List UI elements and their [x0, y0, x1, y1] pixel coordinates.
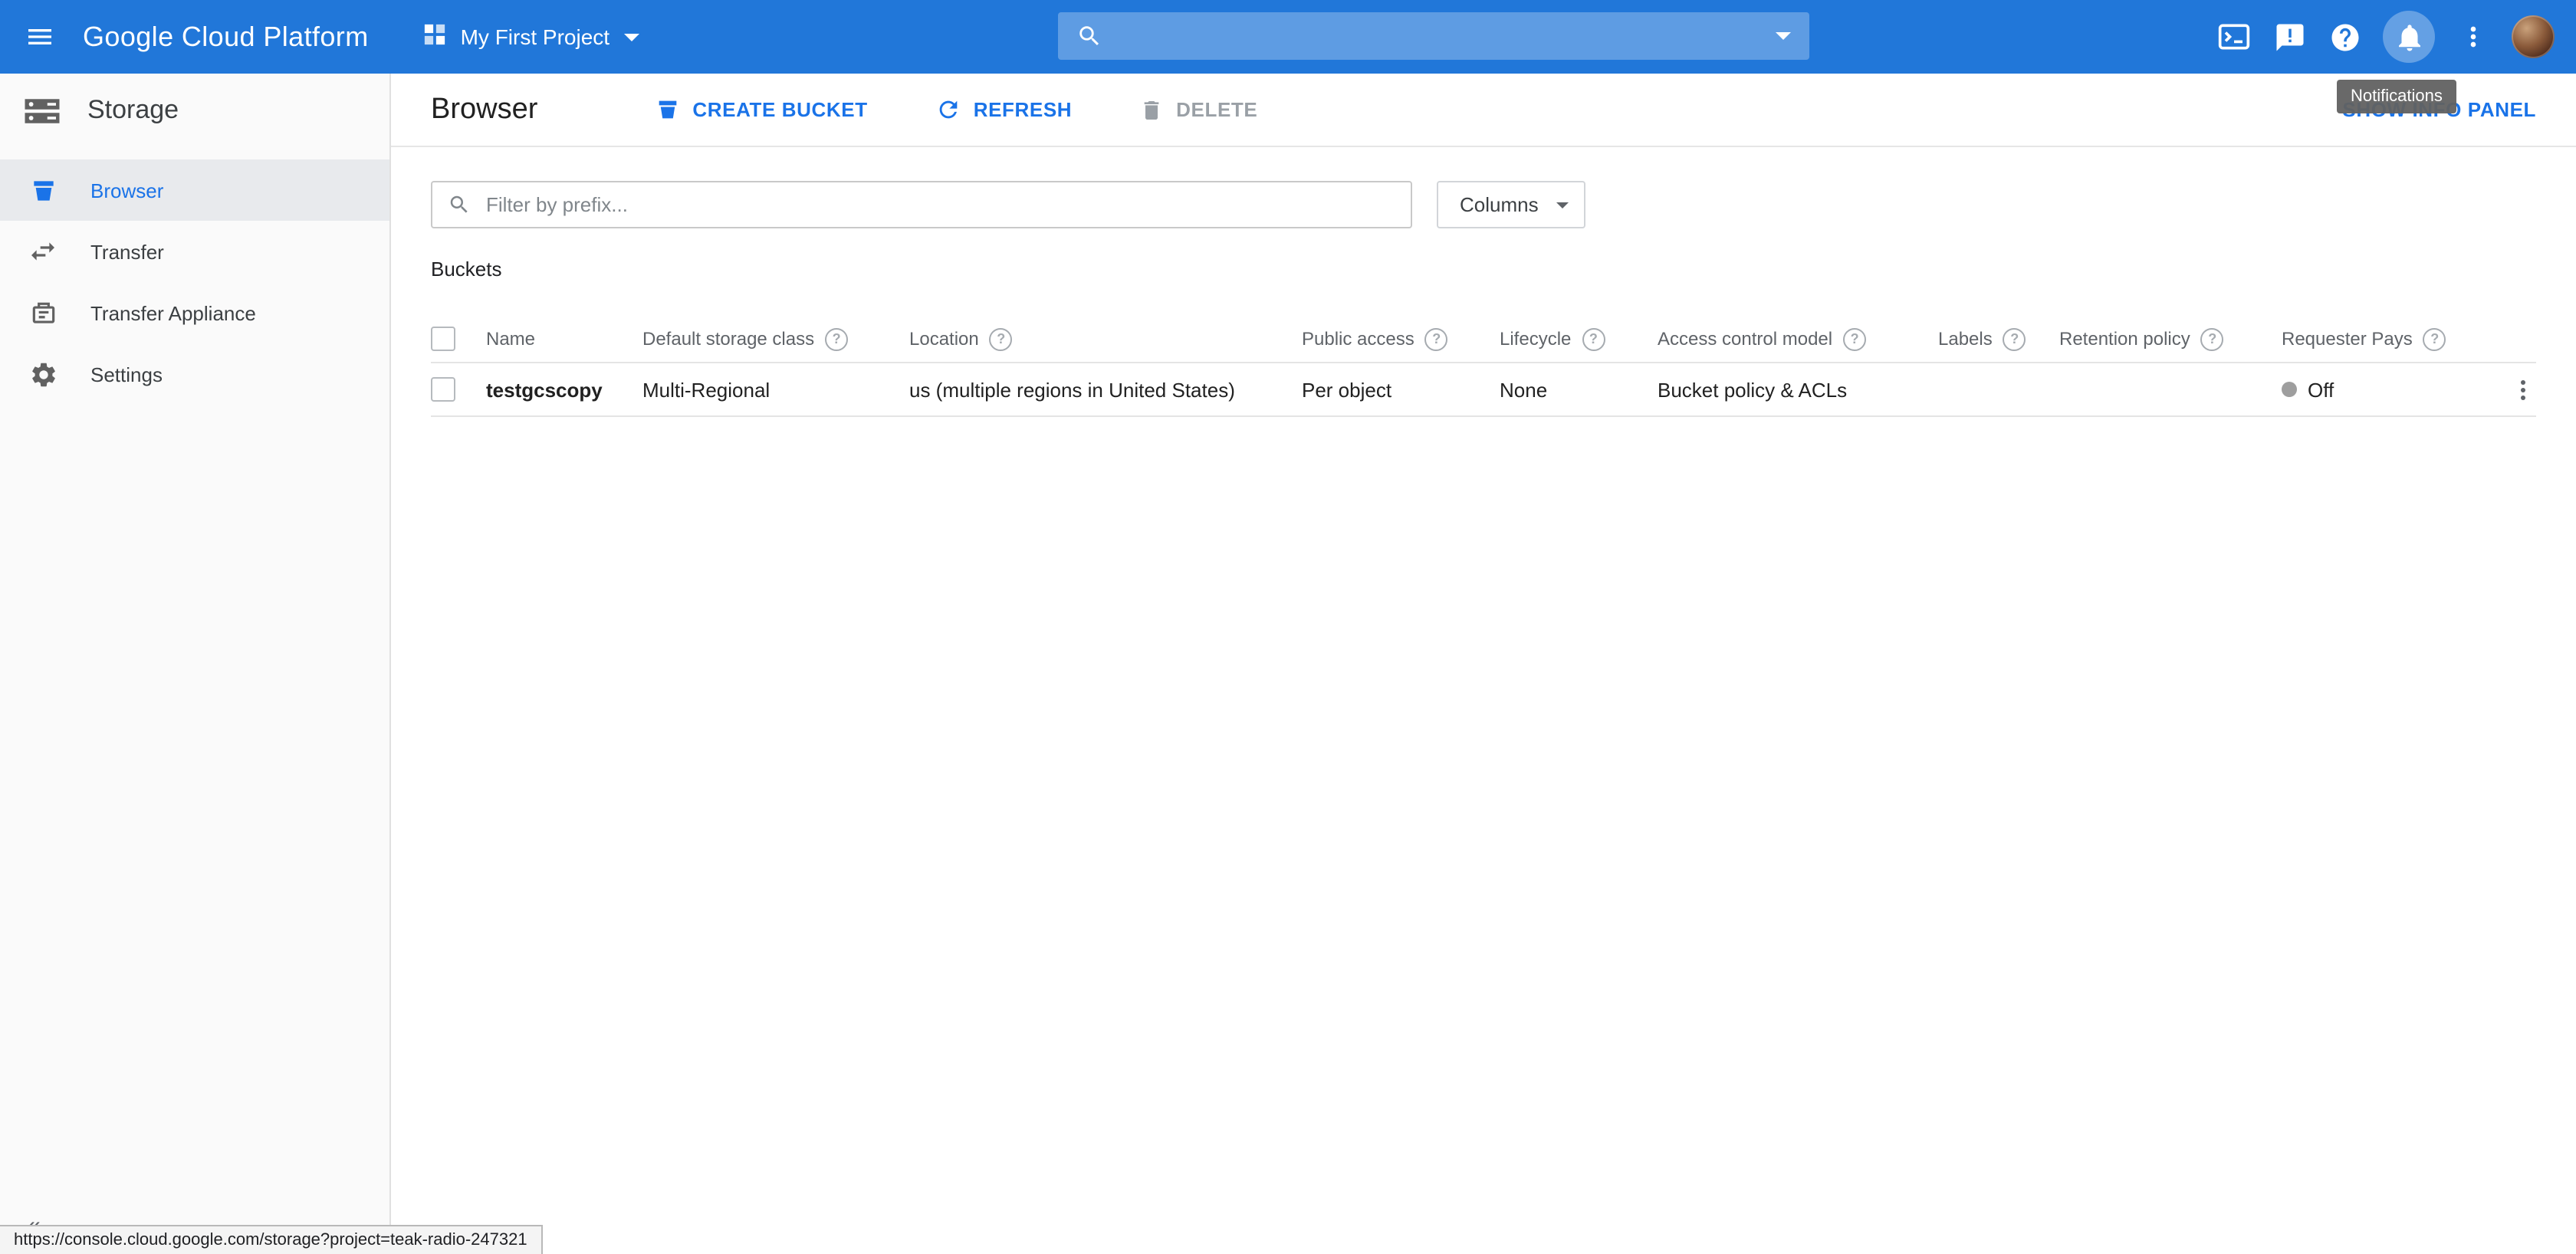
sidebar-item-label: Browser: [90, 179, 163, 202]
create-bucket-button[interactable]: CREATE BUCKET: [654, 97, 867, 123]
column-header-requester-pays: Requester Pays: [2282, 327, 2469, 350]
project-name: My First Project: [461, 25, 610, 49]
account-avatar[interactable]: [2512, 15, 2555, 58]
column-header-access-control: Access control model: [1658, 327, 1938, 350]
column-header-labels: Labels: [1938, 327, 2059, 350]
filter-by-prefix-input[interactable]: [483, 192, 1395, 218]
row-actions-cell: [2469, 375, 2536, 404]
notifications-bell-icon[interactable]: [2392, 20, 2426, 54]
lifecycle-cell: None: [1500, 378, 1658, 401]
sidebar-item-browser[interactable]: Browser: [0, 159, 389, 221]
help-icon[interactable]: [2201, 327, 2224, 350]
help-icon[interactable]: [990, 327, 1013, 350]
help-icon[interactable]: [1425, 327, 1448, 350]
bucket-name-cell: testgcscopy: [486, 378, 642, 401]
storage-product-icon: [21, 90, 63, 131]
menu-icon[interactable]: [21, 18, 58, 55]
row-actions-kebab-icon[interactable]: [2516, 375, 2530, 404]
column-header-location: Location: [909, 327, 1302, 350]
search-icon: [1076, 23, 1102, 49]
sidebar-item-transfer[interactable]: Transfer: [0, 221, 389, 282]
chevron-down-icon: [623, 33, 639, 41]
main-content: Browser CREATE BUCKET REFRESH: [391, 74, 2576, 1254]
buckets-table: Name Default storage class Location Publ…: [431, 316, 2536, 417]
bucket-name-link[interactable]: testgcscopy: [486, 378, 603, 401]
sidebar-item-label: Settings: [90, 363, 163, 386]
chevron-down-icon: [1557, 202, 1569, 208]
sidebar-nav: Browser Transfer Transfer Appliance Sett…: [0, 159, 389, 405]
help-icon[interactable]: [1582, 327, 1605, 350]
column-header-storage-class: Default storage class: [642, 327, 909, 350]
page-header: Browser CREATE BUCKET REFRESH: [391, 74, 2576, 147]
sidebar: Storage Browser Transfer Transfer Applia…: [0, 74, 391, 1254]
select-all-cell: [431, 327, 486, 351]
trash-icon: [1139, 97, 1164, 122]
sidebar-item-label: Transfer Appliance: [90, 301, 256, 324]
column-header-lifecycle: Lifecycle: [1500, 327, 1658, 350]
more-options-icon[interactable]: [2456, 20, 2490, 54]
table-row[interactable]: testgcscopy Multi-Regional us (multiple …: [431, 363, 2536, 417]
status-url: https://console.cloud.google.com/storage…: [0, 1225, 543, 1254]
header-search[interactable]: [1058, 12, 1809, 60]
page-actions: CREATE BUCKET REFRESH DELETE: [654, 97, 1257, 123]
header-search-input[interactable]: [1118, 22, 1760, 50]
swap-arrows-icon: [26, 235, 60, 268]
help-icon[interactable]: [2328, 20, 2361, 54]
bucket-add-icon: [654, 97, 680, 123]
sidebar-item-label: Transfer: [90, 240, 164, 263]
search-scope-caret-icon[interactable]: [1776, 32, 1791, 40]
requester-pays-cell: Off: [2282, 378, 2469, 401]
gcp-console: Google Cloud Platform My First Project: [0, 0, 2576, 1254]
refresh-icon: [935, 97, 961, 123]
column-header-public-access: Public access: [1302, 327, 1500, 350]
buckets-section-label: Buckets: [431, 258, 2536, 281]
project-selector[interactable]: My First Project: [424, 23, 639, 51]
columns-dropdown[interactable]: Columns: [1437, 181, 1586, 228]
refresh-button[interactable]: REFRESH: [935, 97, 1072, 123]
storage-class-cell: Multi-Regional: [642, 378, 909, 401]
notifications-tooltip: Notifications: [2337, 80, 2456, 113]
feedback-icon[interactable]: [2272, 20, 2306, 54]
delete-button[interactable]: DELETE: [1139, 97, 1257, 122]
requester-pays-off-dot-icon: [2282, 382, 2297, 397]
help-icon[interactable]: [2423, 327, 2446, 350]
filter-row: Columns: [431, 181, 2536, 228]
section-title: Storage: [87, 95, 179, 126]
settings-gear-icon: [26, 357, 60, 391]
access-control-cell: Bucket policy & ACLs: [1658, 378, 1938, 401]
row-checkbox[interactable]: [431, 377, 455, 402]
filter-search-icon: [448, 193, 471, 216]
help-icon[interactable]: [825, 327, 848, 350]
location-cell: us (multiple regions in United States): [909, 378, 1302, 401]
table-header-row: Name Default storage class Location Publ…: [431, 316, 2536, 363]
project-icon: [424, 23, 447, 51]
appliance-box-icon: [26, 296, 60, 330]
product-name[interactable]: Google Cloud Platform: [83, 21, 369, 53]
sidebar-item-settings[interactable]: Settings: [0, 343, 389, 405]
public-access-cell: Per object: [1302, 378, 1500, 401]
help-icon[interactable]: [1843, 327, 1866, 350]
bucket-icon: [26, 173, 60, 207]
sidebar-header: Storage: [0, 74, 389, 147]
header-actions: [2217, 11, 2555, 63]
top-app-bar: Google Cloud Platform My First Project: [0, 0, 2576, 74]
filter-box: [431, 181, 1412, 228]
help-icon[interactable]: [2003, 327, 2026, 350]
cloud-shell-icon[interactable]: [2217, 20, 2251, 54]
column-header-retention-policy: Retention policy: [2059, 327, 2282, 350]
sidebar-item-transfer-appliance[interactable]: Transfer Appliance: [0, 282, 389, 343]
column-header-name: Name: [486, 328, 642, 350]
content-area: Columns Buckets Name Default storage cla…: [391, 147, 2576, 451]
row-checkbox-cell: [431, 377, 486, 402]
notifications-button-halo: [2383, 11, 2435, 63]
page-title: Browser: [431, 93, 537, 126]
select-all-checkbox[interactable]: [431, 327, 455, 351]
